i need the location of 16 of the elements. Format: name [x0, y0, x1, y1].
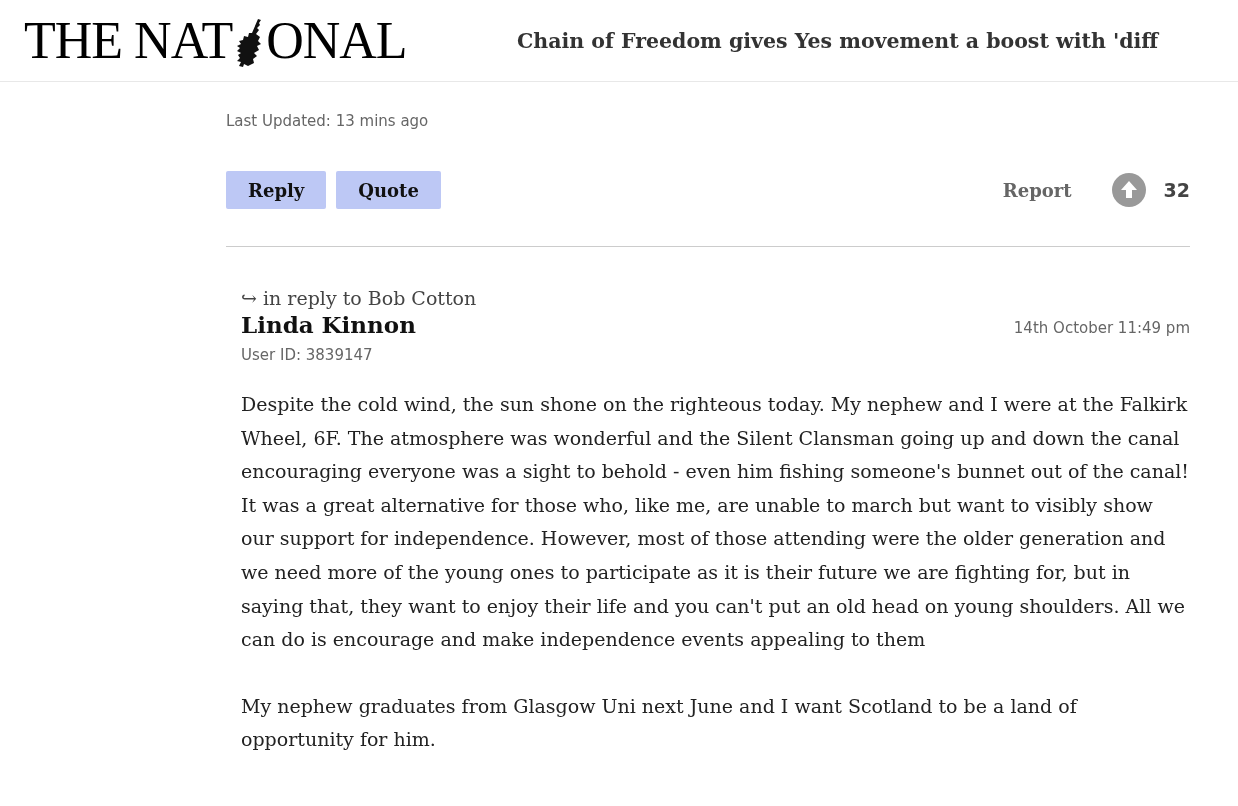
- in-reply-to[interactable]: ↪ in reply to Bob Cotton: [241, 287, 1190, 309]
- last-updated: Last Updated: 13 mins ago: [226, 112, 430, 130]
- comment-date: 14th October 11:49 pm: [1013, 319, 1190, 337]
- logo-text: ONAL: [266, 14, 407, 67]
- logo-text: THE NAT: [24, 14, 233, 67]
- upvote-icon[interactable]: [1111, 173, 1146, 207]
- reply-button[interactable]: Reply: [226, 171, 327, 209]
- comment-paragraph: My nephew graduates from Glasgow Uni next June and I want Scotland to be a land of opportunity for him.: [241, 693, 1079, 753]
- user-id: User ID: 3839147: [241, 346, 374, 364]
- vote-count: 32: [1163, 179, 1190, 201]
- comment-paragraph: Despite the cold wind, the sun shone on the righteous today. My nephew and I were at the Falkirk Wheel, 6F. The atmosphere was wonderful and the Silent Clansman going up and down the canal encouraging everyone was a sight to behold - even him fishing someone's bunnet out of the canal! It was a great alternative for those who, like me, are unable to march but want to visibly show our support for independence. However, most of those attending were the older generation and we need more of the young ones to participate as it is their future we are fighting for, but in saying that, they want to enjoy their life and you can't put an old head on young shoulders. All we can do is encourage and make independence events appealing to them: [241, 392, 1190, 653]
- report-link[interactable]: Report: [1002, 179, 1072, 201]
- comment-author: Linda Kinnon: [241, 311, 416, 338]
- article-headline: Chain of Freedom gives Yes movement a boost with 'diff: [517, 28, 1159, 53]
- site-logo[interactable]: THE NAT ONAL: [24, 14, 517, 67]
- quote-button[interactable]: Quote: [336, 171, 441, 209]
